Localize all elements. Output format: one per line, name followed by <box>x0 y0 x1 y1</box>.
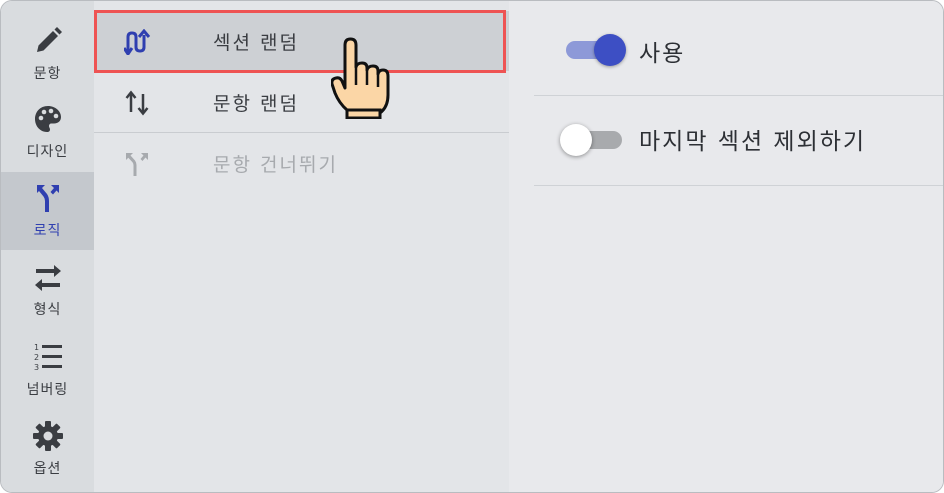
svg-text:3: 3 <box>34 363 39 372</box>
menu-item-question-random[interactable]: 문항 랜덤 <box>94 72 509 132</box>
exclude-last-section-toggle[interactable] <box>560 120 626 160</box>
skip-logic-icon <box>124 151 154 177</box>
sidebar-item-label: 형식 <box>33 302 62 318</box>
sidebar-item-design[interactable]: 디자인 <box>1 93 94 171</box>
svg-text:1: 1 <box>34 343 39 352</box>
gear-icon <box>32 420 64 452</box>
setting-label: 마지막 섹션 제외하기 <box>639 129 867 155</box>
toggle-knob <box>560 124 592 156</box>
numbered-list-icon: 123 <box>32 341 64 373</box>
settings-panel: 사용 마지막 섹션 제외하기 <box>509 1 943 492</box>
question-random-icon <box>124 90 154 116</box>
section-random-icon <box>122 28 154 57</box>
menu-item-label: 섹션 랜덤 <box>213 31 299 54</box>
toggle-knob <box>594 34 626 66</box>
sidebar-item-options[interactable]: 옵션 <box>1 410 94 488</box>
sidebar-item-label: 넘버링 <box>26 382 69 398</box>
setting-row-exclude-last: 마지막 섹션 제외하기 <box>534 96 943 188</box>
sidebar-item-label: 디자인 <box>26 144 69 160</box>
menu-item-question-skip: 문항 건너뛰기 <box>94 133 509 193</box>
setting-row-enable: 사용 <box>534 3 943 95</box>
swap-arrows-icon <box>32 261 64 293</box>
sidebar-item-label: 로직 <box>33 223 62 239</box>
hand-pointer-cursor-icon <box>330 37 391 120</box>
menu-item-label: 문항 건너뛰기 <box>213 153 338 176</box>
pencil-icon <box>32 25 64 57</box>
row-divider <box>534 185 943 186</box>
setting-label: 사용 <box>639 41 686 67</box>
sidebar-item-numbering[interactable]: 123 넘버링 <box>1 331 94 409</box>
enable-toggle[interactable] <box>566 30 626 70</box>
svg-text:2: 2 <box>34 353 39 362</box>
palette-icon <box>32 103 64 135</box>
sidebar-item-label: 옵션 <box>33 461 62 477</box>
sidebar-item-label: 문항 <box>33 66 62 82</box>
fork-icon <box>32 182 64 214</box>
sidebar-item-question[interactable]: 문항 <box>1 15 94 93</box>
menu-item-section-random[interactable]: 섹션 랜덤 <box>94 11 509 71</box>
app-window: 문항 디자인 로직 형식 123 넘버링 옵션 섹션 랜덤 문항 랜덤 문항 건… <box>0 0 944 493</box>
sidebar-item-logic[interactable]: 로직 <box>1 172 94 250</box>
sidebar: 문항 디자인 로직 형식 123 넘버링 옵션 <box>1 1 94 492</box>
menu-item-label: 문항 랜덤 <box>213 92 299 115</box>
logic-submenu: 섹션 랜덤 문항 랜덤 문항 건너뛰기 <box>94 1 509 492</box>
sidebar-item-format[interactable]: 형식 <box>1 251 94 329</box>
